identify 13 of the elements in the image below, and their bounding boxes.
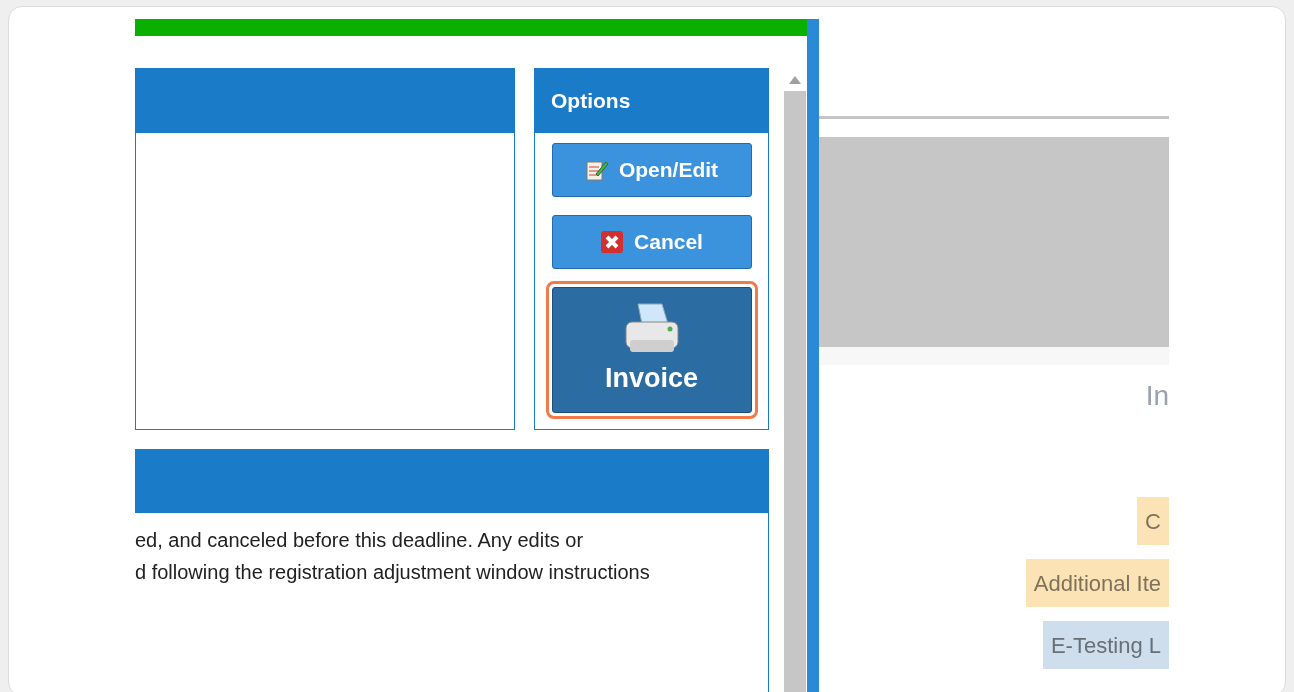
- tag: C: [1137, 497, 1169, 545]
- notice-text: ed, and canceled before this deadline. Any edits or: [135, 528, 585, 554]
- scrollbar-thumb[interactable]: [784, 91, 806, 692]
- invoice-button[interactable]: Invoice: [551, 287, 752, 414]
- panel-title: Options: [551, 88, 631, 115]
- close-icon: [600, 230, 625, 255]
- heading: In: [1145, 379, 1169, 413]
- tag: E-Testing L: [1042, 621, 1169, 669]
- cancel-button[interactable]: Cancel: [551, 215, 752, 270]
- notepad-pencil-icon: [584, 158, 609, 183]
- tag: Additional Ite: [1025, 559, 1169, 607]
- edit-button[interactable]: Open/Edit: [551, 143, 752, 198]
- notice-text: d following the registration adjustment window instructions: [135, 560, 651, 586]
